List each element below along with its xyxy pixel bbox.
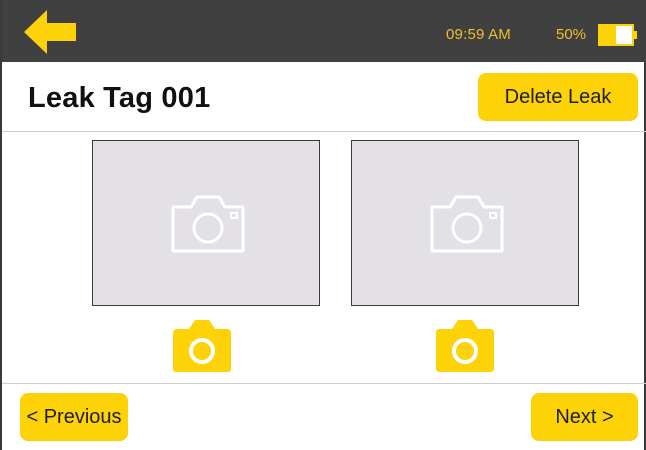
previous-button[interactable]: < Previous <box>20 393 128 441</box>
photo-slot-1[interactable] <box>92 140 320 306</box>
camera-icon <box>436 320 494 372</box>
camera-placeholder-icon <box>171 195 245 253</box>
delete-leak-button[interactable]: Delete Leak <box>478 73 638 121</box>
photo-slot-2[interactable] <box>351 140 579 306</box>
arrow-left-icon <box>24 10 76 54</box>
battery-fill <box>600 26 616 44</box>
next-button[interactable]: Next > <box>531 393 638 441</box>
page-title: Leak Tag 001 <box>28 82 211 114</box>
device-screen: 09:59 AM 50% Leak Tag 001 Delete Leak < … <box>0 0 646 450</box>
divider <box>2 131 646 132</box>
back-button[interactable] <box>24 10 78 54</box>
status-time: 09:59 AM <box>446 26 511 43</box>
camera-placeholder-icon <box>430 195 504 253</box>
camera-icon <box>173 320 231 372</box>
battery-percent: 50% <box>556 26 587 43</box>
battery-half-icon <box>598 24 637 46</box>
take-photo-2-button[interactable] <box>434 317 496 373</box>
take-photo-1-button[interactable] <box>171 317 233 373</box>
status-bar: 09:59 AM 50% <box>2 0 646 62</box>
divider <box>2 383 646 384</box>
